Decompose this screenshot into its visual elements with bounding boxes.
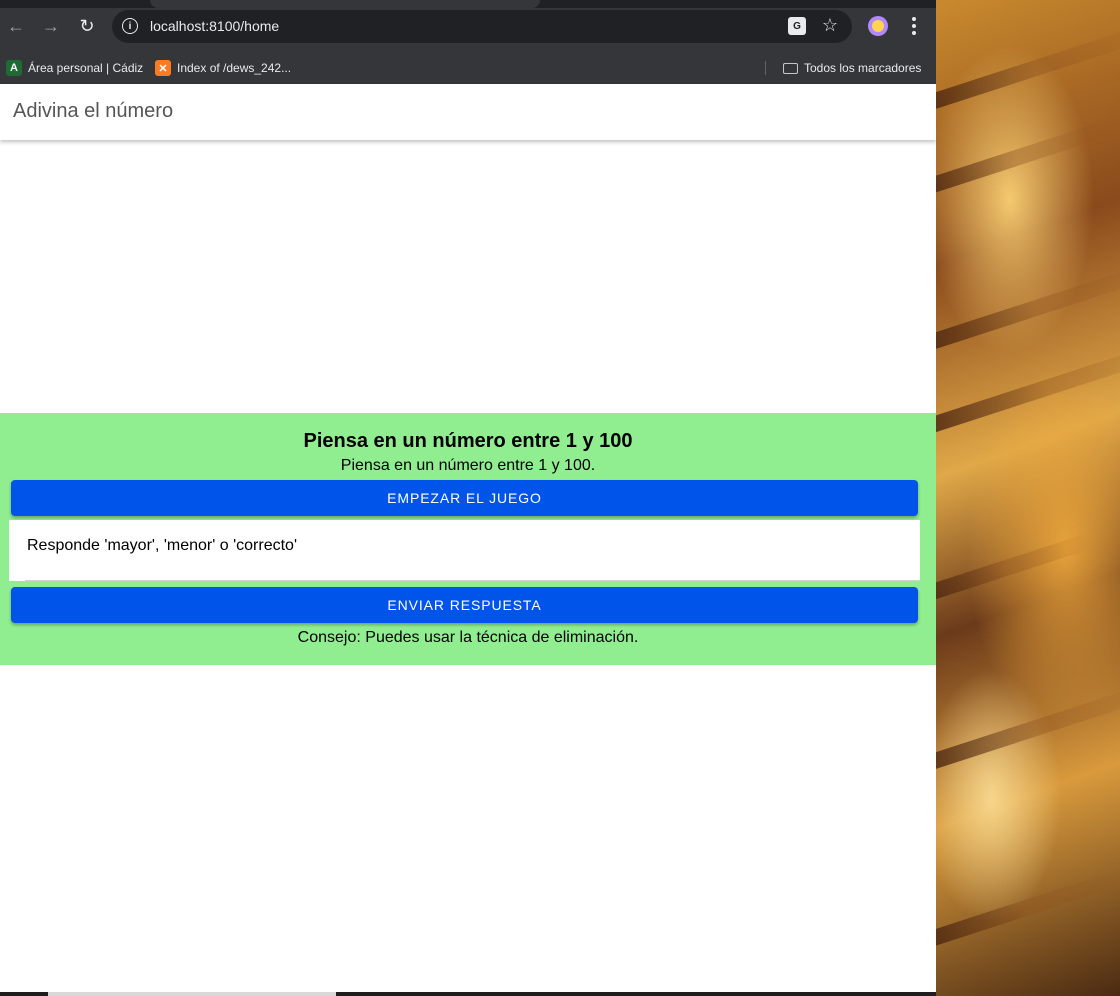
game-subtitle: Piensa en un número entre 1 y 100. bbox=[340, 457, 596, 474]
input-underline bbox=[25, 580, 920, 581]
all-bookmarks-button[interactable]: Todos los marcadores bbox=[783, 59, 921, 77]
page-title: Adivina el número bbox=[13, 100, 174, 122]
forward-arrow-icon[interactable]: → bbox=[39, 14, 63, 38]
moodle-icon: A bbox=[6, 60, 22, 76]
bookmarks-divider bbox=[765, 61, 766, 75]
send-answer-button[interactable]: ENVIAR RESPUESTA bbox=[11, 587, 918, 623]
bookmark-star-icon[interactable]: ☆ bbox=[822, 15, 838, 36]
all-bookmarks-label: Todos los marcadores bbox=[804, 61, 922, 75]
answer-input[interactable] bbox=[25, 530, 909, 562]
bookmark-label: Área personal | Cádiz bbox=[28, 61, 144, 75]
game-card: Piensa en un número entre 1 y 100 Piensa… bbox=[0, 413, 936, 665]
tab-strip bbox=[0, 0, 936, 8]
xampp-icon: ✕ bbox=[155, 60, 171, 76]
active-tab[interactable] bbox=[150, 0, 540, 8]
site-info-icon[interactable]: i bbox=[122, 18, 138, 34]
bookmark-label: Index of /dews_242... bbox=[177, 61, 292, 75]
folder-icon bbox=[783, 62, 798, 74]
browser-toolbar: ← → ↻ i localhost:8100/home G ☆ bbox=[0, 0, 936, 52]
profile-avatar[interactable] bbox=[868, 16, 888, 36]
browser-window: ← → ↻ i localhost:8100/home G ☆ A Área p… bbox=[0, 0, 936, 996]
back-arrow-icon[interactable]: ← bbox=[4, 14, 28, 38]
translate-icon[interactable]: G bbox=[788, 17, 806, 35]
bookmark-area-personal[interactable]: A Área personal | Cádiz bbox=[6, 59, 143, 77]
kebab-menu-icon[interactable] bbox=[906, 14, 922, 38]
address-url[interactable]: localhost:8100/home bbox=[150, 18, 279, 34]
bookmark-index-dews[interactable]: ✕ Index of /dews_242... bbox=[155, 59, 291, 77]
bookmarks-bar: A Área personal | Cádiz ✕ Index of /dews… bbox=[0, 52, 936, 85]
taskbar-segment bbox=[48, 992, 336, 996]
answer-field bbox=[9, 520, 920, 581]
game-title: Piensa en un número entre 1 y 100 bbox=[303, 430, 633, 452]
taskbar-edge bbox=[0, 992, 936, 996]
start-game-button[interactable]: EMPEZAR EL JUEGO bbox=[11, 480, 918, 516]
hint-text: Consejo: Puedes usar la técnica de elimi… bbox=[297, 629, 639, 646]
reload-icon[interactable]: ↻ bbox=[75, 14, 99, 38]
avatar-face-icon bbox=[872, 20, 884, 32]
address-bar[interactable]: i localhost:8100/home G ☆ bbox=[112, 10, 852, 43]
app-toolbar: Adivina el número bbox=[0, 84, 936, 140]
desktop-wallpaper bbox=[936, 0, 1120, 996]
